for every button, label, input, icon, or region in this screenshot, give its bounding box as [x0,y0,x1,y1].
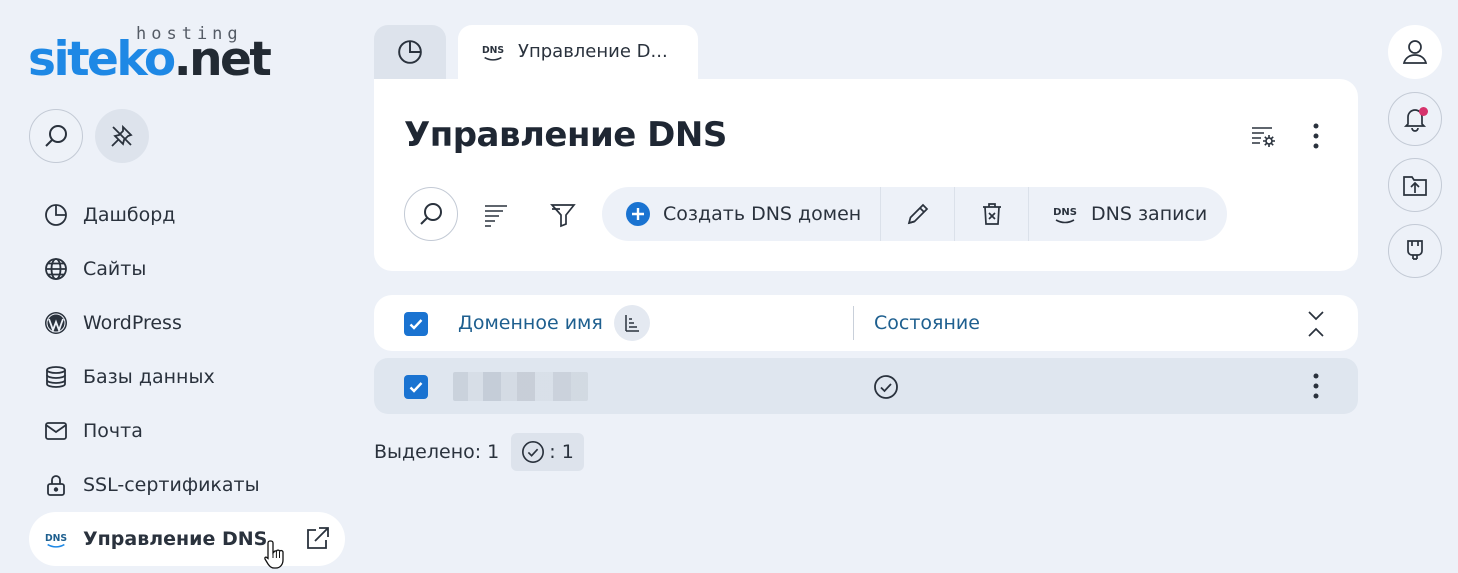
select-all-checkbox[interactable] [404,312,428,336]
wordpress-icon [43,310,69,336]
sort-ascending-icon [625,315,639,332]
tab-label: Управление D... [518,41,668,62]
sidebar-item-wordpress[interactable]: WordPress [29,296,345,350]
dns-records-label: DNS записи [1091,203,1208,225]
lock-icon [43,472,69,498]
notification-dot [1419,107,1428,116]
plug-icon [1407,240,1423,260]
svg-text:DNS: DNS [1053,207,1077,218]
notifications-button[interactable] [1388,92,1442,146]
sidebar-search-button[interactable] [29,109,83,163]
logo[interactable]: hosting siteko.net [28,24,290,84]
chart-pie-icon [398,40,422,64]
upload-files-button[interactable] [1388,158,1442,212]
logo-brand: siteko.net [28,36,272,83]
domain-name-redacted[interactable] [453,372,588,401]
page-title: Управление DNS [404,115,727,155]
sidebar-nav: Дашборд Сайты WordPress Базы данных Почт… [29,188,345,566]
status-count-value: : 1 [549,441,574,463]
selection-summary: Выделено: 1 : 1 [374,433,584,471]
column-settings-button[interactable] [1246,119,1280,153]
search-icon [45,125,67,147]
column-header-domain[interactable]: Доменное имя [458,312,603,334]
delete-button[interactable] [955,187,1028,241]
sort-lines-icon [485,205,507,227]
dns-icon: DNS [1053,207,1077,224]
dns-management-card: Управление DNS Создать DNS домен DNS DNS… [374,79,1358,271]
filter-button[interactable] [547,199,579,231]
page-more-button[interactable] [1299,119,1333,153]
tab-dashboard[interactable] [374,25,446,79]
plugins-button[interactable] [1388,224,1442,278]
row-checkbox[interactable] [404,375,428,399]
sort-button[interactable] [480,199,512,231]
sidebar-item-label: Почта [83,420,143,442]
logo-brand-part-b: .net [173,32,272,87]
sidebar-item-ssl[interactable]: SSL-сертификаты [29,458,345,512]
more-vertical-icon [1313,123,1319,149]
svg-text:DNS: DNS [45,533,67,544]
create-dns-domain-button[interactable]: Создать DNS домен [602,187,880,241]
dns-records-button[interactable]: DNS DNS записи [1029,187,1227,241]
column-divider [853,306,854,340]
sidebar-item-label: SSL-сертификаты [83,474,260,496]
sidebar-item-label: Управление DNS [83,528,268,550]
table-row[interactable] [374,358,1358,414]
chart-pie-icon [43,202,69,228]
plus-circle-icon [626,202,650,226]
collapse-rows-button[interactable] [1302,309,1330,339]
globe-icon [43,256,69,282]
sidebar-item-label: Сайты [83,258,147,280]
sidebar-item-label: Дашборд [83,204,176,226]
logo-brand-part-a: siteko [28,32,176,87]
chevrons-collapse-icon [1308,311,1324,337]
sidebar-item-dashboard[interactable]: Дашборд [29,188,345,242]
sidebar-item-mail[interactable]: Почта [29,404,345,458]
edit-button[interactable] [881,187,954,241]
pencil-icon [907,203,928,225]
sidebar-item-sites[interactable]: Сайты [29,242,345,296]
table-header: Доменное имя Состояние [374,295,1358,351]
sidebar-pin-button[interactable] [95,109,149,163]
create-dns-domain-label: Создать DNS домен [663,203,862,225]
database-icon [43,364,69,390]
list-settings-icon [1252,127,1275,147]
filter-icon [550,204,576,228]
external-link-icon[interactable] [303,525,331,553]
dns-icon: DNS [482,45,504,61]
sidebar-item-label: Базы данных [83,366,215,388]
folder-upload-icon [1403,176,1427,196]
sidebar-item-databases[interactable]: Базы данных [29,350,345,404]
row-actions-button[interactable] [1302,370,1330,402]
column-sort-button[interactable] [614,305,650,341]
pin-off-icon [111,124,133,147]
status-active-icon [522,441,545,463]
sidebar-item-label: WordPress [83,312,182,334]
user-profile-button[interactable] [1388,25,1442,79]
status-active-icon [874,375,898,399]
table-search-button[interactable] [404,187,458,241]
mail-icon [43,418,69,444]
column-header-status[interactable]: Состояние [874,312,980,334]
check-icon [409,319,423,330]
sidebar-item-dns[interactable]: DNS Управление DNS [29,512,345,566]
check-icon [409,382,423,393]
svg-text:DNS: DNS [482,45,504,56]
more-vertical-icon [1313,373,1319,399]
user-icon [1402,40,1428,64]
dns-icon: DNS [43,526,69,552]
action-toolbar: Создать DNS домен DNS DNS записи [602,187,1227,241]
trash-icon [982,203,1001,225]
selected-count-label: Выделено: 1 [374,441,500,463]
search-icon [420,203,442,225]
status-count-chip[interactable]: : 1 [511,433,584,471]
